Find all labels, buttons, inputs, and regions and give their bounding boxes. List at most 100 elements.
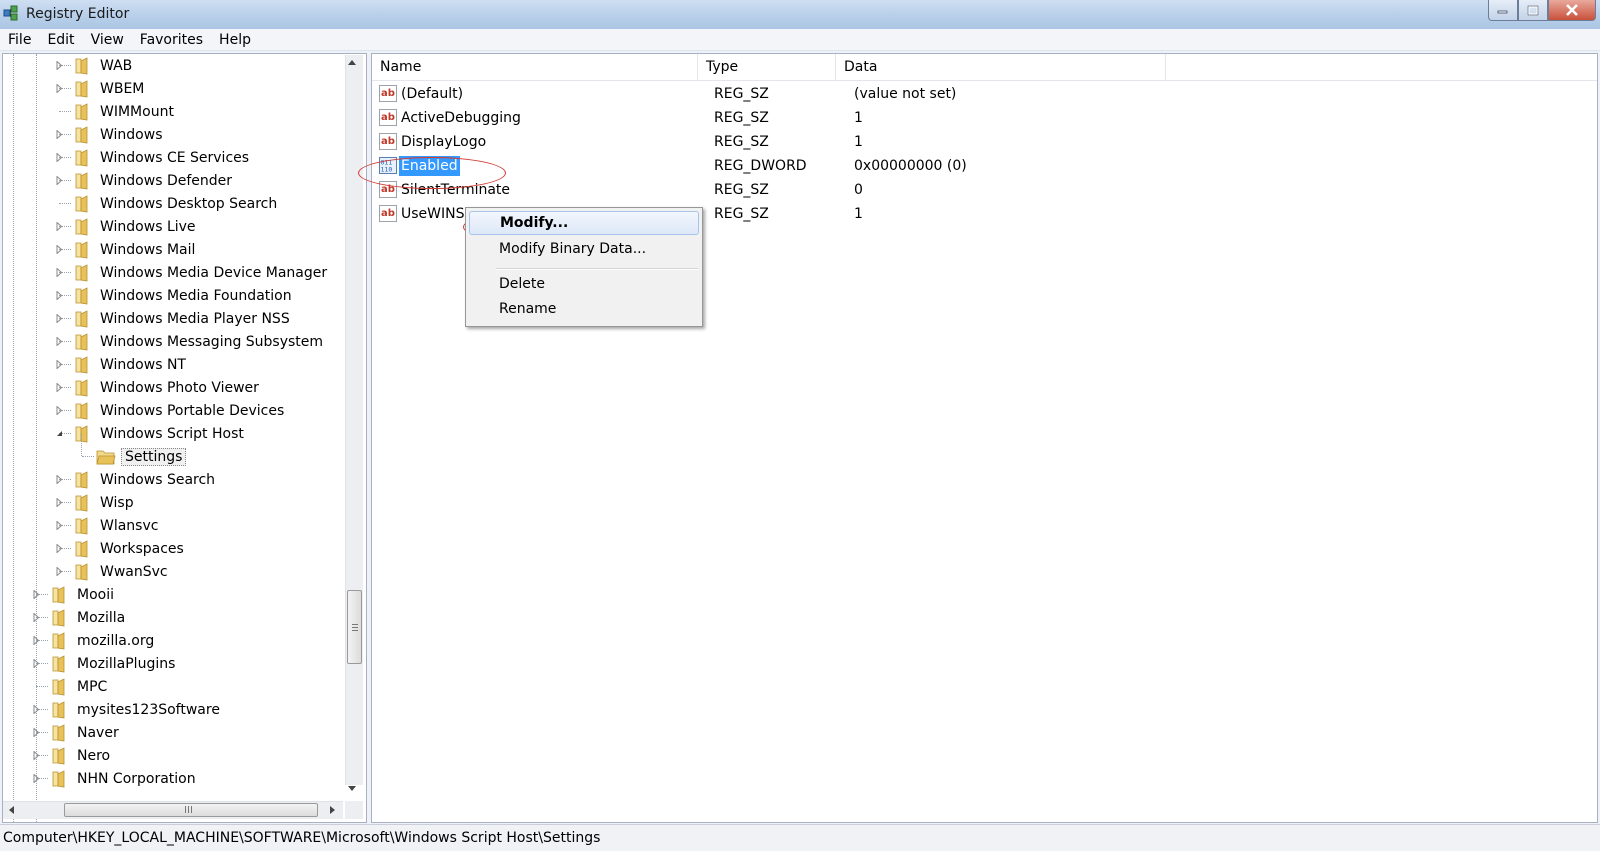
expand-arrow-icon[interactable] xyxy=(32,659,41,668)
tree-item[interactable]: Naver xyxy=(50,721,121,744)
folder-icon xyxy=(75,470,88,488)
expand-arrow-icon[interactable] xyxy=(55,521,64,530)
tree-item[interactable]: mysites123Software xyxy=(50,698,222,721)
scroll-down-arrow-icon[interactable] xyxy=(348,786,356,791)
tree-item[interactable]: Mozilla xyxy=(50,606,127,629)
expand-arrow-icon[interactable] xyxy=(55,61,64,70)
tree-item[interactable]: Workspaces xyxy=(73,537,186,560)
folder-icon xyxy=(75,332,88,350)
svg-text:ab: ab xyxy=(381,112,395,123)
minimize-button[interactable] xyxy=(1488,0,1518,21)
title-bar[interactable]: Registry Editor xyxy=(0,0,1600,30)
tree-item[interactable]: Windows Desktop Search xyxy=(73,192,279,215)
tree-item[interactable]: Windows Portable Devices xyxy=(73,399,286,422)
close-button[interactable] xyxy=(1548,0,1596,21)
expand-arrow-icon[interactable] xyxy=(32,728,41,737)
registry-values-list[interactable]: Name Type Data ab (Default) REG_SZ (value n… xyxy=(371,53,1598,823)
expand-arrow-icon[interactable] xyxy=(55,475,64,484)
registry-value-row[interactable]: ab SilentTerminate REG_SZ 0 xyxy=(372,178,1597,202)
column-header-name[interactable]: Name xyxy=(372,54,698,81)
tree-item[interactable]: Nero xyxy=(50,744,112,767)
tree-item[interactable]: WwanSvc xyxy=(73,560,170,583)
expand-arrow-icon[interactable] xyxy=(32,751,41,760)
registry-key-tree[interactable]: WAB WBEM WIMMount Windows Windows CE Service… xyxy=(2,53,367,823)
expand-arrow-icon[interactable] xyxy=(32,590,41,599)
folder-icon xyxy=(52,746,65,764)
tree-item[interactable]: MozillaPlugins xyxy=(50,652,177,675)
scroll-left-arrow-icon[interactable] xyxy=(9,806,14,814)
expand-arrow-icon[interactable] xyxy=(55,314,64,323)
folder-icon xyxy=(75,516,88,534)
tree-item[interactable]: Windows Mail xyxy=(73,238,197,261)
tree-item[interactable]: WIMMount xyxy=(73,100,176,123)
tree-item-label: Workspaces xyxy=(100,540,184,557)
expand-arrow-icon[interactable] xyxy=(55,153,64,162)
tree-item-label: Mooii xyxy=(77,586,114,603)
expand-arrow-icon[interactable] xyxy=(55,222,64,231)
context-menu-modify-binary-data[interactable]: Modify Binary Data... xyxy=(469,237,699,261)
expand-arrow-icon[interactable] xyxy=(55,360,64,369)
tree-item[interactable]: Windows Script Host xyxy=(73,422,246,445)
expand-arrow-icon[interactable] xyxy=(32,636,41,645)
menu-help[interactable]: Help xyxy=(211,29,259,51)
expand-arrow-icon[interactable] xyxy=(55,176,64,185)
context-menu-delete[interactable]: Delete xyxy=(469,272,699,296)
tree-horizontal-scroll-thumb[interactable] xyxy=(64,803,318,817)
tree-vertical-scrollbar[interactable] xyxy=(345,55,363,785)
folder-icon xyxy=(52,769,65,787)
tree-item[interactable]: Wisp xyxy=(73,491,136,514)
tree-item[interactable]: Wlansvc xyxy=(73,514,160,537)
restore-button[interactable] xyxy=(1518,0,1548,21)
registry-value-row[interactable]: ab (Default) REG_SZ (value not set) xyxy=(372,82,1597,106)
menu-view[interactable]: View xyxy=(83,29,132,51)
registry-value-row[interactable]: 011 110 Enabled REG_DWORD 0x00000000 (0) xyxy=(372,154,1597,178)
column-header-data[interactable]: Data xyxy=(836,54,1166,81)
expand-arrow-icon[interactable] xyxy=(55,498,64,507)
expand-arrow-icon[interactable] xyxy=(55,406,64,415)
expand-arrow-icon[interactable] xyxy=(55,84,64,93)
column-header-type[interactable]: Type xyxy=(698,54,836,81)
tree-item[interactable]: Windows Photo Viewer xyxy=(73,376,261,399)
tree-item[interactable]: Windows Media Foundation xyxy=(73,284,294,307)
expand-arrow-icon[interactable] xyxy=(55,268,64,277)
value-data: 1 xyxy=(854,110,863,126)
expand-arrow-icon[interactable] xyxy=(32,774,41,783)
menu-favorites[interactable]: Favorites xyxy=(132,29,211,51)
context-menu-rename[interactable]: Rename xyxy=(469,297,699,321)
tree-item[interactable]: Windows Media Device Manager xyxy=(73,261,329,284)
context-menu-modify[interactable]: Modify... xyxy=(469,211,699,235)
expand-arrow-icon[interactable] xyxy=(55,567,64,576)
registry-value-row[interactable]: ab DisplayLogo REG_SZ 1 xyxy=(372,130,1597,154)
tree-vertical-scroll-thumb[interactable] xyxy=(347,590,362,664)
expand-arrow-icon[interactable] xyxy=(55,245,64,254)
tree-item[interactable]: Windows Media Player NSS xyxy=(73,307,292,330)
tree-item[interactable]: NHN Corporation xyxy=(50,767,198,790)
collapse-arrow-icon[interactable] xyxy=(55,429,64,438)
tree-item[interactable]: Windows xyxy=(73,123,165,146)
tree-item[interactable]: Windows CE Services xyxy=(73,146,251,169)
tree-item[interactable]: Windows Search xyxy=(73,468,217,491)
tree-item[interactable]: Mooii xyxy=(50,583,116,606)
tree-item[interactable]: WBEM xyxy=(73,77,146,100)
menu-edit[interactable]: Edit xyxy=(39,29,82,51)
menu-file[interactable]: File xyxy=(0,29,39,51)
scroll-right-arrow-icon[interactable] xyxy=(330,806,335,814)
tree-item[interactable]: WAB xyxy=(73,54,134,77)
tree-item[interactable]: Settings xyxy=(96,445,187,468)
expand-arrow-icon[interactable] xyxy=(32,705,41,714)
tree-item[interactable]: Windows Defender xyxy=(73,169,234,192)
tree-item[interactable]: Windows NT xyxy=(73,353,188,376)
tree-item[interactable]: mozilla.org xyxy=(50,629,156,652)
expand-arrow-icon[interactable] xyxy=(55,383,64,392)
expand-arrow-icon[interactable] xyxy=(55,544,64,553)
tree-item[interactable]: Windows Live xyxy=(73,215,198,238)
tree-item[interactable]: MPC xyxy=(50,675,109,698)
tree-item[interactable]: Windows Messaging Subsystem xyxy=(73,330,325,353)
expand-arrow-icon[interactable] xyxy=(55,291,64,300)
expand-arrow-icon[interactable] xyxy=(32,613,41,622)
tree-connector xyxy=(59,111,71,112)
registry-value-row[interactable]: ab ActiveDebugging REG_SZ 1 xyxy=(372,106,1597,130)
scroll-up-arrow-icon[interactable] xyxy=(348,60,356,65)
expand-arrow-icon[interactable] xyxy=(55,130,64,139)
expand-arrow-icon[interactable] xyxy=(55,337,64,346)
